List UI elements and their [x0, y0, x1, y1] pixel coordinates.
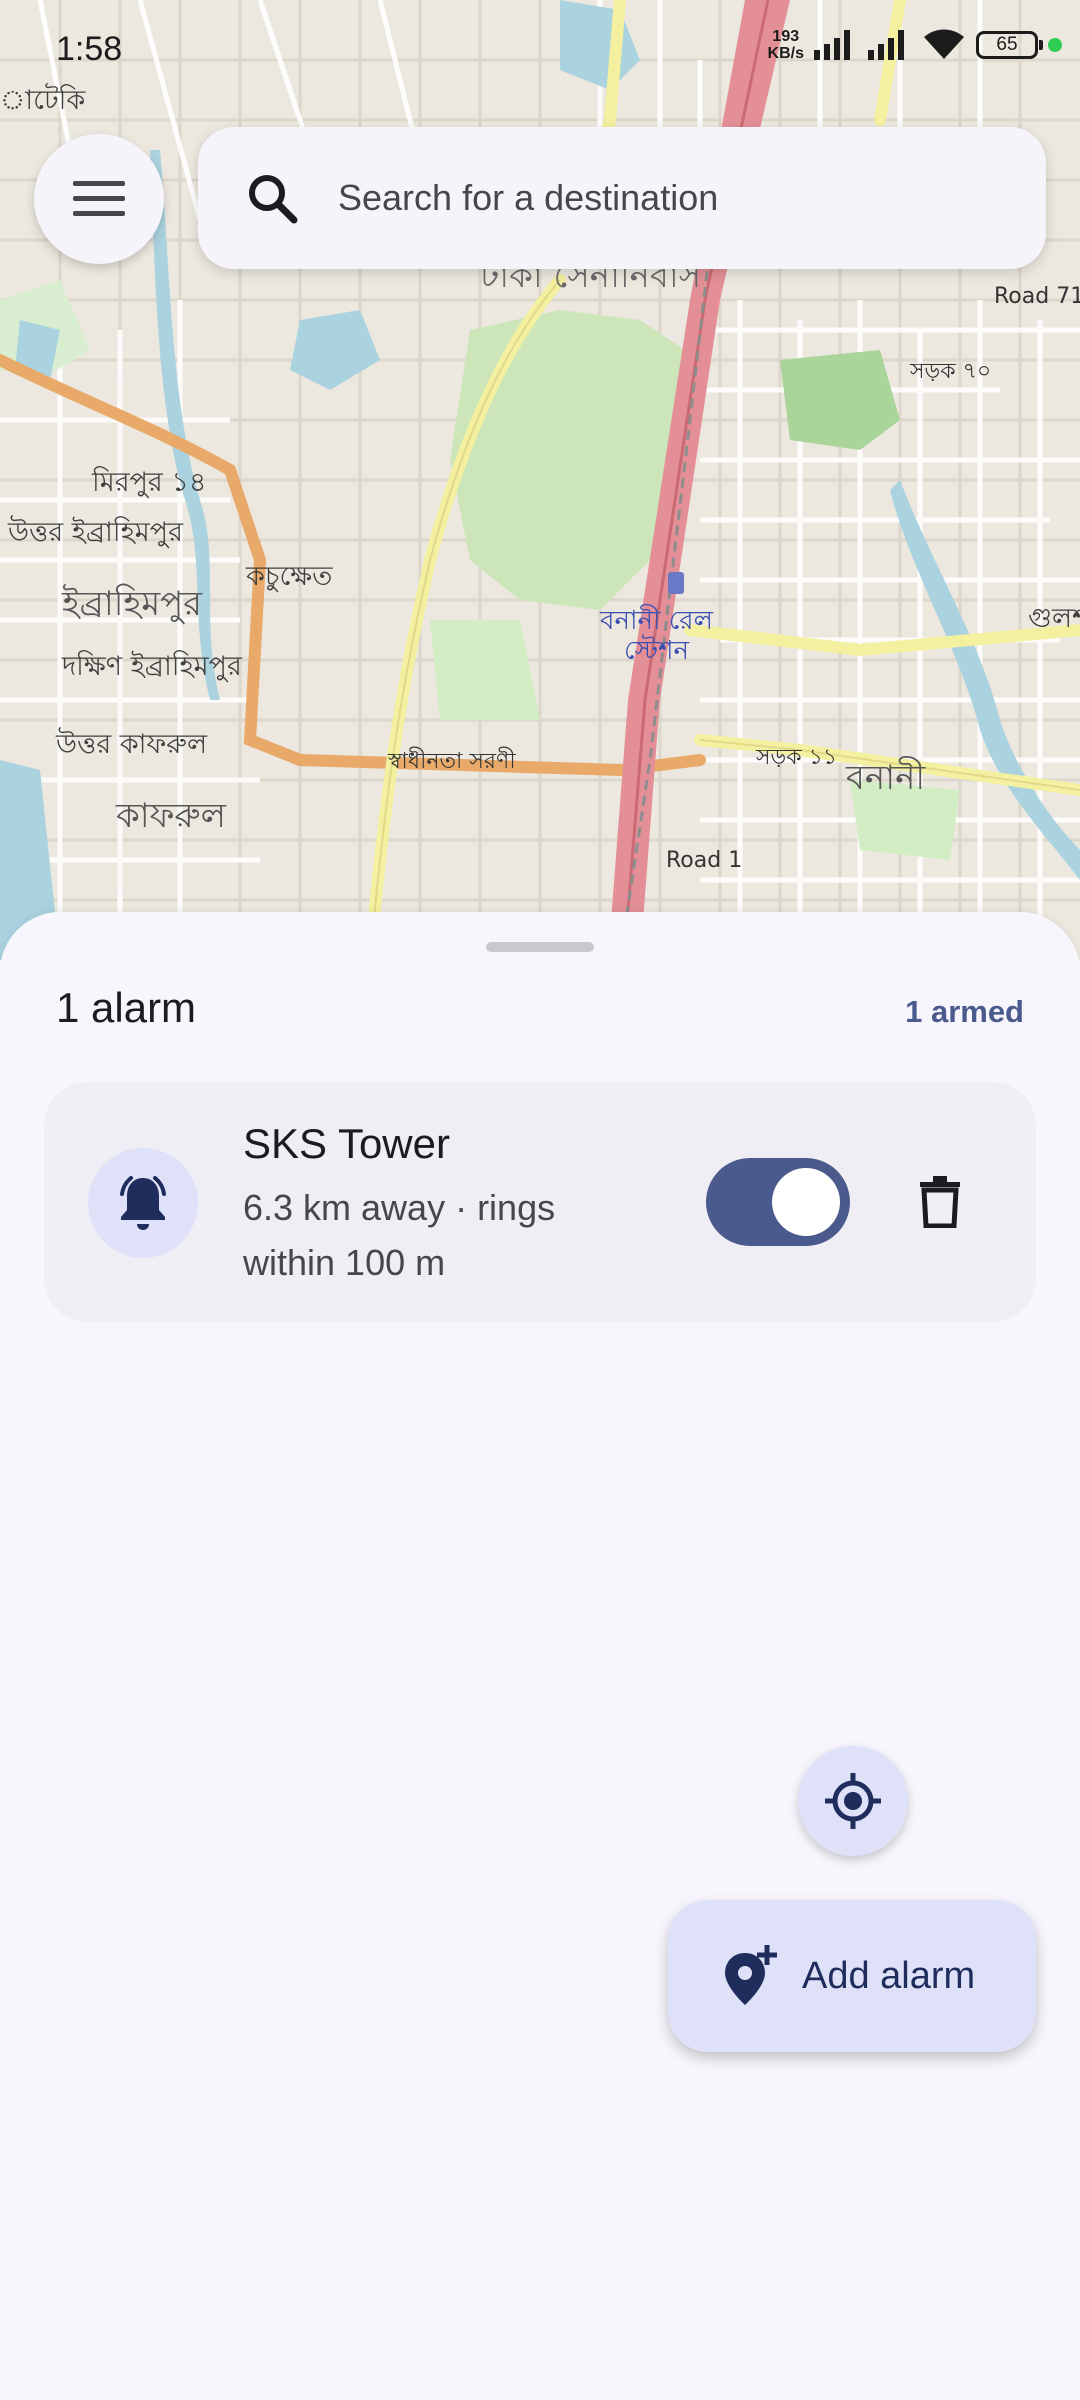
armed-count: 1 armed [905, 994, 1024, 1029]
privacy-indicator-dot [1048, 38, 1062, 52]
alarm-detail: 6.3 km away · rings within 100 m [243, 1187, 556, 1283]
trash-icon [920, 1176, 960, 1228]
add-alarm-button[interactable]: Add alarm [668, 1900, 1036, 2052]
menu-icon [73, 181, 125, 216]
status-time: 1:58 [56, 30, 123, 68]
search-input[interactable] [336, 176, 980, 220]
map-label: উত্তর ইব্রাহিমপুর [8, 517, 183, 548]
alarm-avatar [88, 1148, 198, 1258]
search-icon [244, 170, 300, 226]
map-label: গুলশ [1028, 603, 1080, 634]
app-screen: াটেকি মিরপুর ১৪ উত্তর ইব্রাহিমপুর ইব্রাহ… [0, 0, 1080, 2400]
signal-icon [814, 30, 850, 60]
map-label: কাফরুল [116, 796, 226, 836]
alarm-enabled-toggle[interactable] [706, 1158, 850, 1246]
status-icons: 193 KB/s 65 [768, 28, 1062, 62]
map-label: ইব্রাহিমপুর [62, 584, 202, 624]
menu-button[interactable] [34, 134, 164, 264]
search-bar[interactable] [198, 127, 1046, 269]
alarm-card[interactable]: SKS Tower 6.3 km away · rings within 100… [44, 1082, 1036, 1322]
signal-icon [868, 30, 904, 60]
drag-handle[interactable] [486, 942, 594, 952]
map-label-road: স্বাধীনতা সরণী [388, 749, 516, 774]
my-location-icon [825, 1773, 881, 1829]
alarm-count: 1 alarm [56, 984, 197, 1031]
map-label: উত্তর কাফরুল [56, 729, 208, 760]
delete-alarm-button[interactable] [896, 1158, 984, 1246]
network-speed-value: 193 [772, 28, 800, 45]
map-label-station: বনানী রেল স্টেশন [600, 606, 713, 666]
map-label-road: Road 71 [994, 284, 1080, 309]
battery-icon: 65 [976, 31, 1043, 59]
map-label-road: সড়ক ৭০ [910, 359, 992, 384]
alarms-bottom-sheet: 1 alarm 1 armed SKS Tower 6.3 km away · … [0, 912, 1080, 2400]
map-label-road: Road 1 [666, 848, 743, 873]
toggle-knob [772, 1168, 840, 1236]
alarm-title: SKS Tower [243, 1120, 450, 1167]
my-location-button[interactable] [798, 1746, 908, 1856]
add-location-icon [720, 1945, 780, 2006]
station-line-2: স্টেশন [623, 636, 690, 666]
bell-icon [120, 1176, 166, 1230]
add-alarm-label: Add alarm [802, 1954, 976, 1997]
map-label: মিরপুর ১৪ [92, 467, 207, 498]
network-speed: 193 KB/s [768, 28, 804, 62]
wifi-icon [924, 29, 964, 59]
map-label: কচুক্ষেত [246, 561, 333, 592]
map-label-road: সড়ক ১১ [756, 745, 838, 770]
status-bar: 1:58 193 KB/s 65 [0, 0, 1080, 100]
map-label: দক্ষিণ ইব্রাহিমপুর [62, 651, 242, 682]
network-speed-unit: KB/s [767, 45, 804, 62]
map-label: বনানী [846, 758, 926, 798]
station-line-1: বনানী রেল [600, 606, 713, 636]
